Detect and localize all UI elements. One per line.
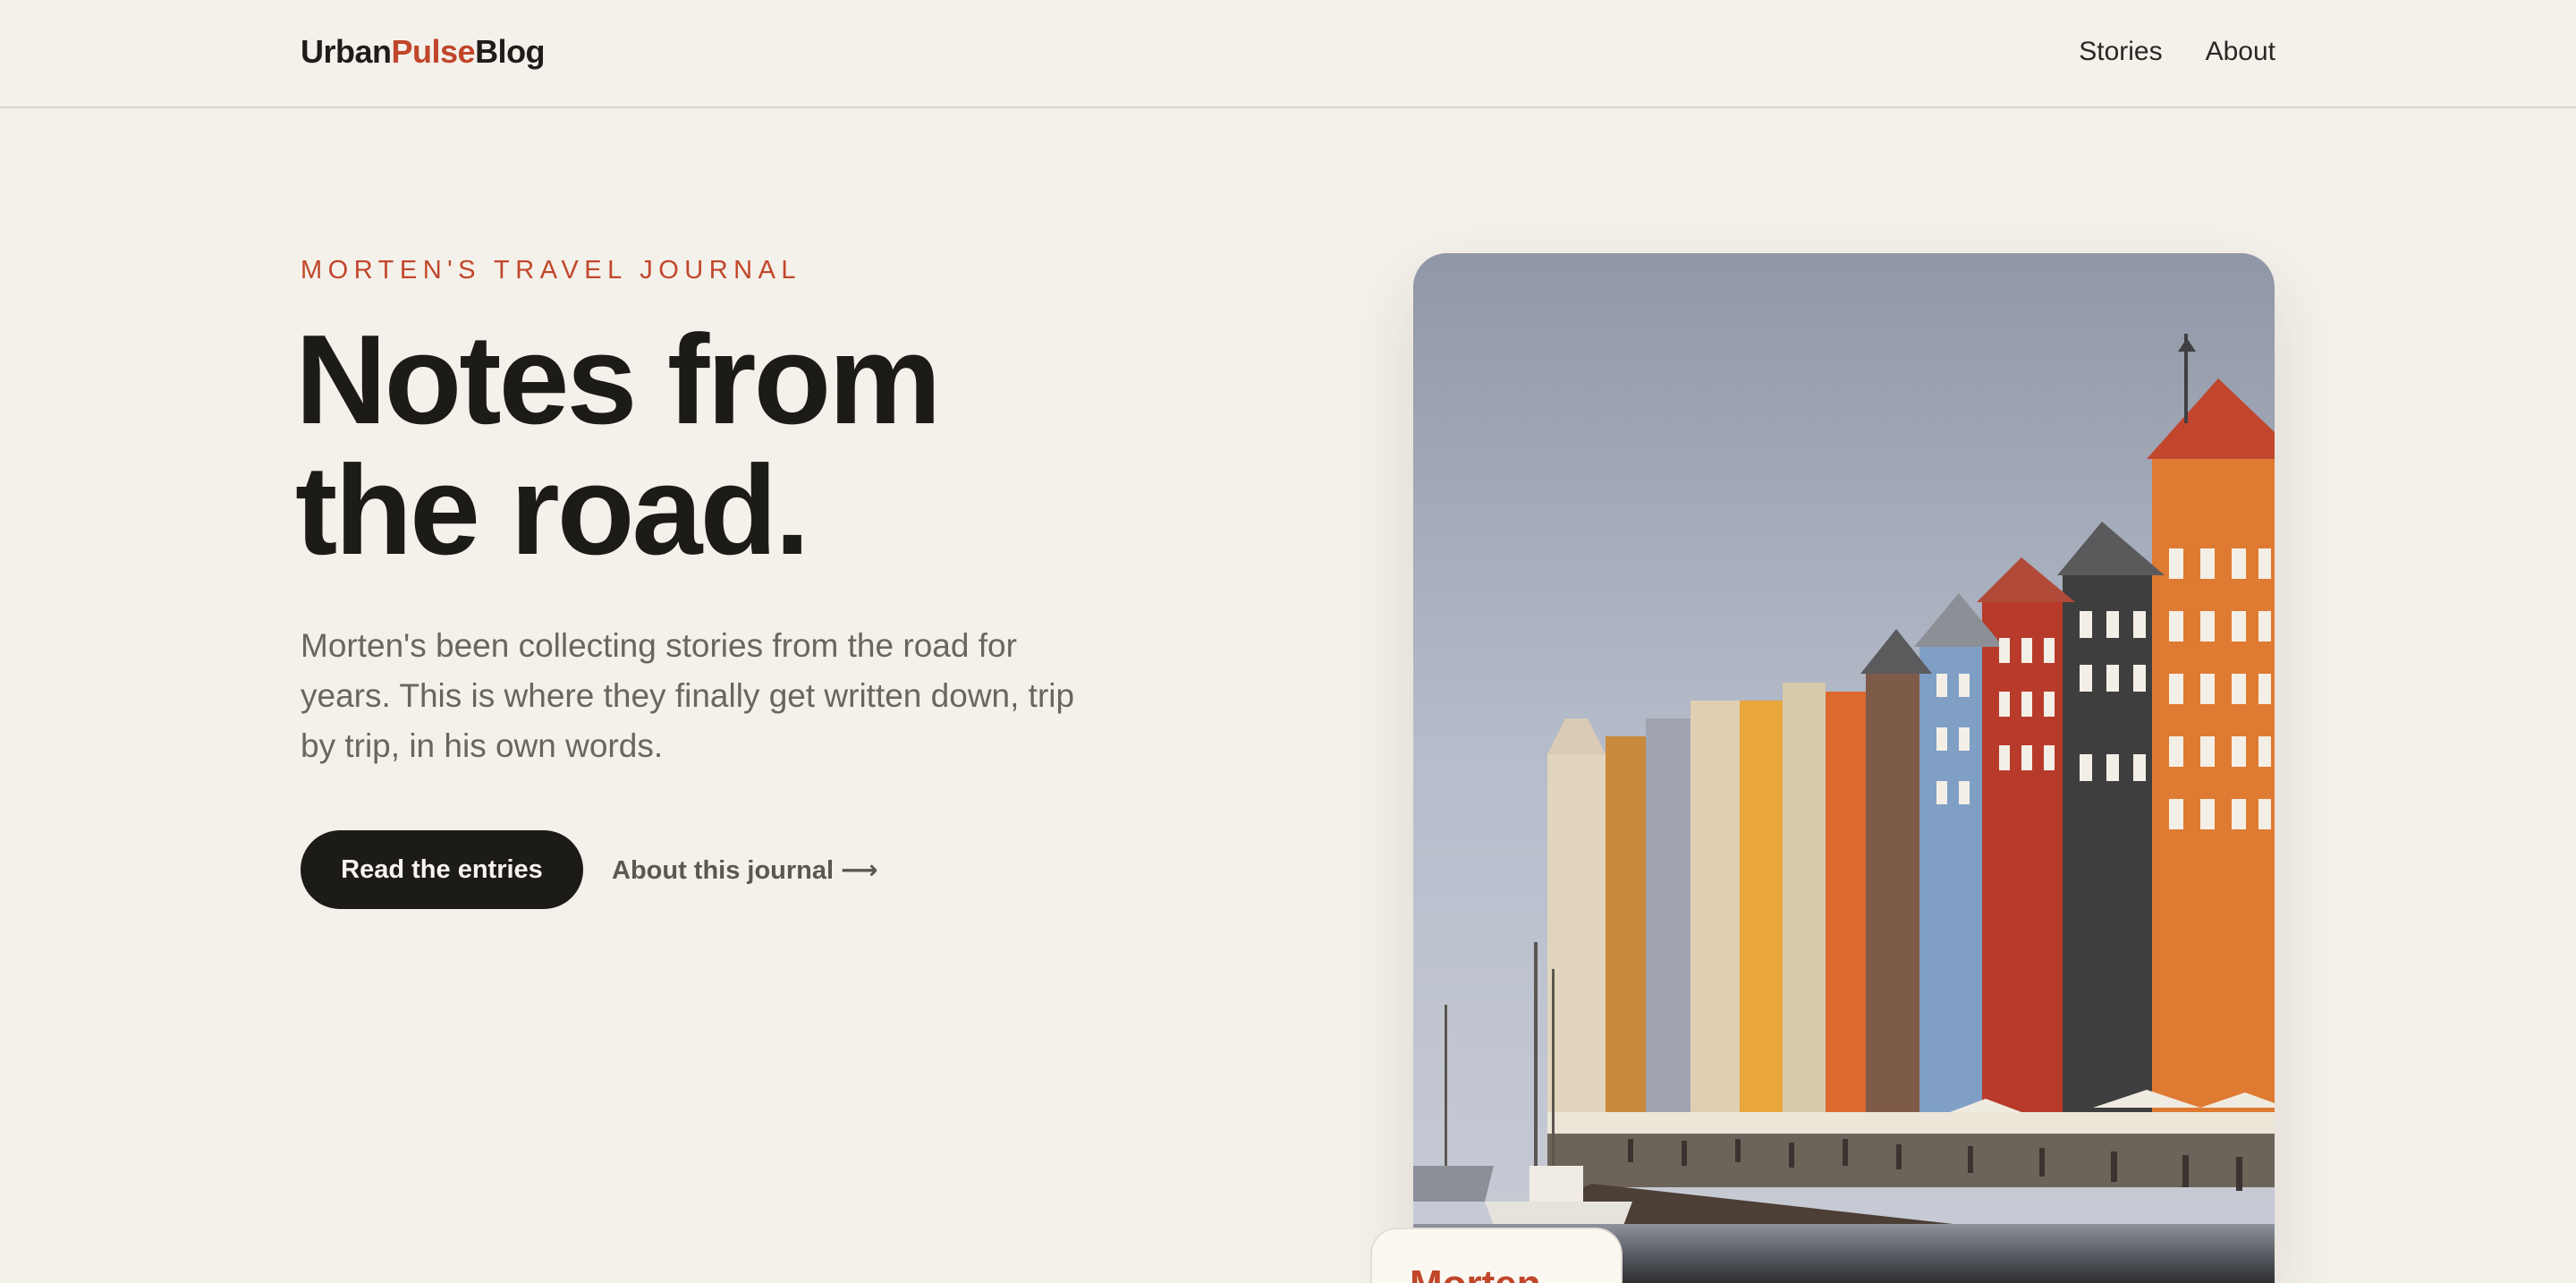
nav-link-about[interactable]: About: [2206, 34, 2275, 70]
site-header: UrbanPulseBlog Stories About: [0, 0, 2576, 108]
headline-line-2: the road.: [295, 439, 810, 582]
read-entries-button[interactable]: Read the entries: [301, 830, 583, 909]
hero-lead: Morten's been collecting stories from th…: [301, 627, 1075, 764]
headline-line-1: Notes from: [295, 309, 942, 451]
photo-caption-tab: Morten: [1370, 1228, 1623, 1283]
about-journal-link[interactable]: About this journal ⟶: [612, 852, 878, 888]
logo-part-pulse: Pulse: [391, 33, 476, 70]
caption-name: Morten: [1410, 1262, 1541, 1283]
main-nav: Stories About: [2079, 34, 2275, 70]
logo-part-blog: Blog: [475, 33, 546, 70]
logo-part-urban: Urban: [301, 33, 392, 70]
nav-link-stories[interactable]: Stories: [2079, 34, 2162, 70]
hero-eyebrow: MORTEN'S TRAVEL JOURNAL: [301, 256, 802, 285]
harbor-photo-illustration: [1413, 253, 2275, 1283]
hero-headline: Notes from the road.: [295, 309, 942, 582]
hero-photo: [1413, 253, 2275, 1283]
site-logo[interactable]: UrbanPulseBlog: [301, 32, 546, 72]
page: UrbanPulseBlog Stories About MORTEN'S TR…: [0, 0, 2576, 1283]
